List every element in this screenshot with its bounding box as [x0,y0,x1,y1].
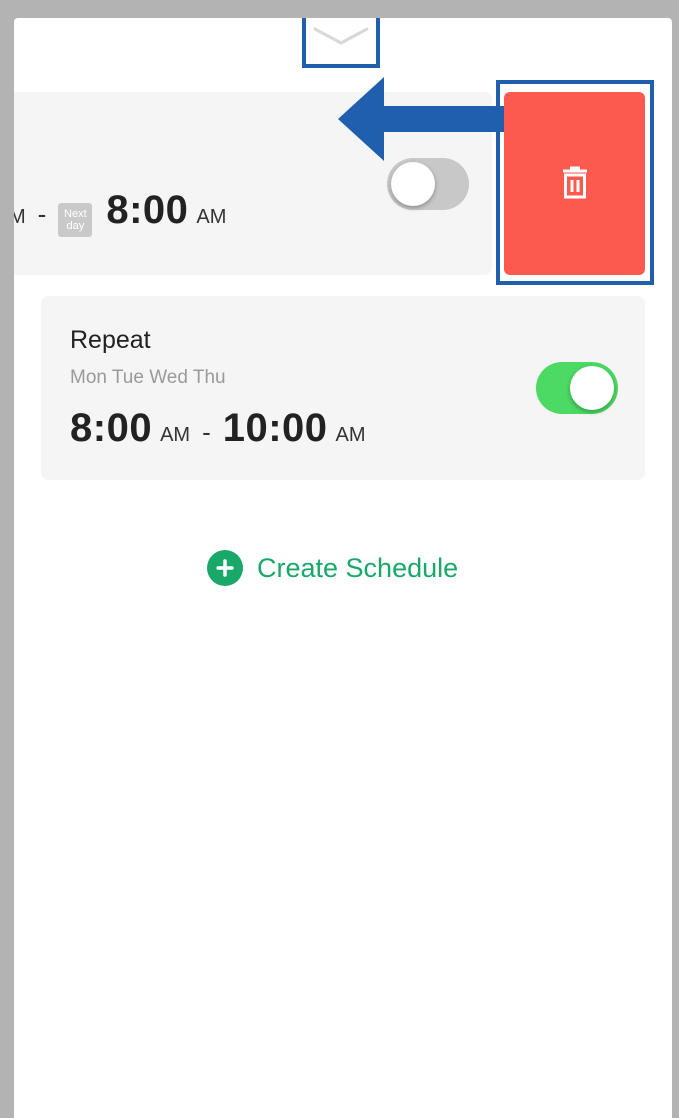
schedule-card-repeat[interactable]: Repeat Mon Tue Wed Thu 8:00 AM - 10:00 A… [41,296,645,480]
schedule-toggle[interactable] [387,158,469,210]
toggle-knob [391,162,435,206]
sheet-collapse-handle[interactable] [302,18,380,68]
create-schedule-label[interactable]: Create Schedule [257,553,458,584]
end-ampm: AM [335,424,366,446]
plus-circle-icon [207,550,243,586]
toggle-knob [570,366,614,410]
delete-highlight-box [496,80,654,285]
end-ampm: AM [196,206,227,228]
schedule-title: Repeat [70,326,151,354]
schedule-toggle[interactable] [536,362,618,414]
end-time: 8:00 [106,188,189,232]
chevron-down-icon[interactable] [311,23,371,51]
schedule-days: Mon Tue Wed Thu [70,367,226,388]
swipe-left-arrow-icon [338,77,504,161]
bottom-sheet: M - Next day 8:00 AM Repeat Mon Tue Wed … [14,18,672,1118]
end-time: 10:00 [222,406,328,450]
start-ampm: AM [160,424,191,446]
start-time: 8:00 [70,406,153,450]
time-separator: - [202,417,211,447]
schedule-time-range: M - Next day 8:00 AM [14,188,226,243]
schedule-time-range: 8:00 AM - 10:00 AM [70,406,366,451]
start-ampm-partial: M [14,206,26,228]
next-day-badge: Next day [58,203,93,237]
time-separator: - [37,199,47,229]
create-schedule-button[interactable]: Create Schedule [207,550,458,586]
